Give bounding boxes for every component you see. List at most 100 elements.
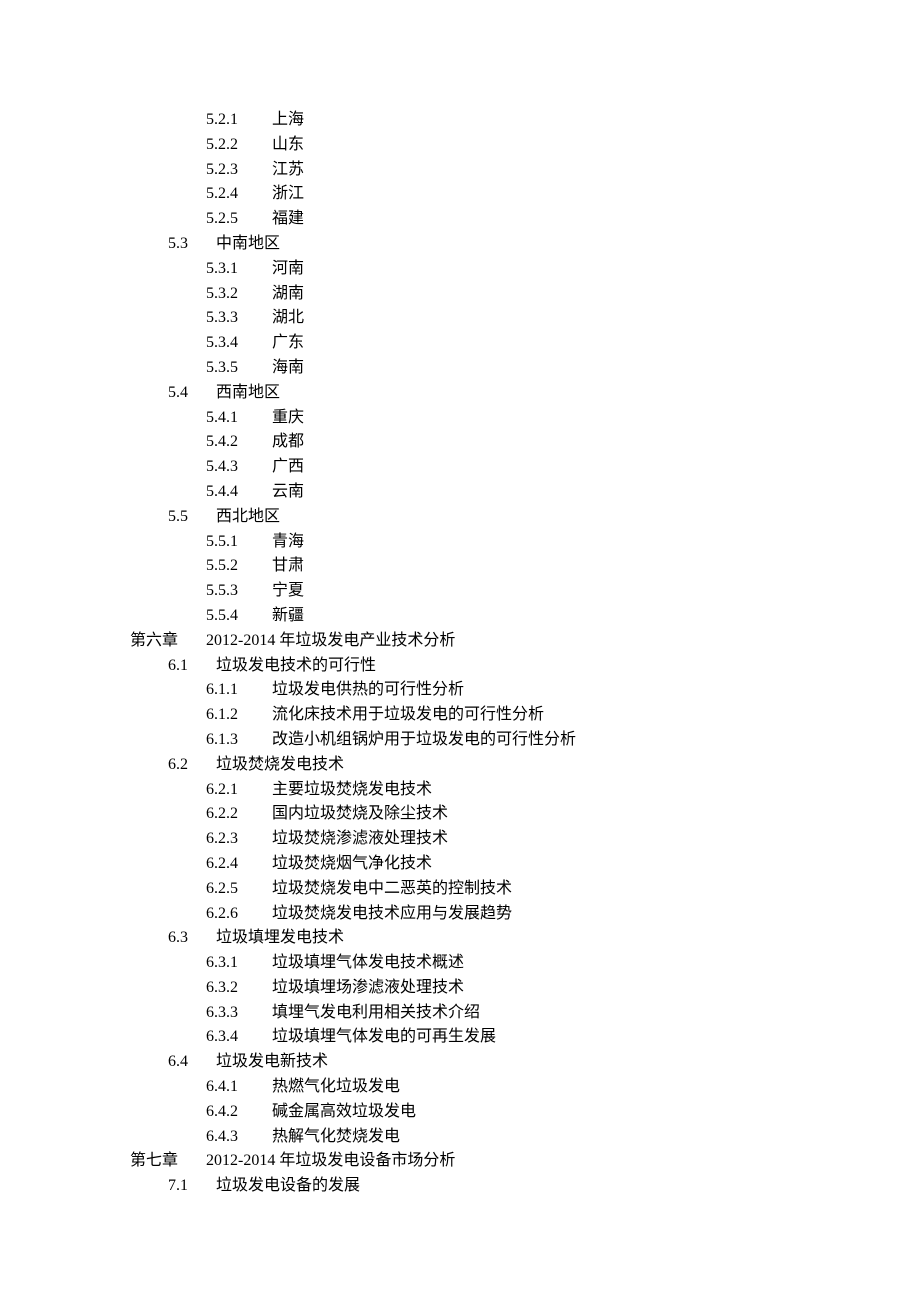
toc-entry-label: 流化床技术用于垃圾发电的可行性分析: [272, 706, 544, 723]
toc-entry-label: 湖南: [272, 285, 304, 302]
toc-entry: 5.3中南地区: [130, 232, 790, 257]
toc-entry: 5.5.1青海: [130, 530, 790, 555]
toc-entry-label: 广东: [272, 334, 304, 351]
toc-entry: 5.2.3江苏: [130, 158, 790, 183]
toc-entry-number: 6.3.3: [206, 1001, 272, 1026]
toc-entry-label: 福建: [272, 210, 304, 227]
toc-entry-label: 江苏: [272, 161, 304, 178]
toc-entry-label: 垃圾发电设备的发展: [216, 1177, 360, 1194]
toc-entry: 5.4.2成都: [130, 430, 790, 455]
toc-entry: 6.3.2垃圾填埋场渗滤液处理技术: [130, 976, 790, 1001]
toc-entry-number: 6.2.1: [206, 778, 272, 803]
toc-entry: 6.2.3垃圾焚烧渗滤液处理技术: [130, 827, 790, 852]
toc-entry-number: 5.5.4: [206, 604, 272, 629]
toc-entry-number: 5.4: [168, 381, 216, 406]
toc-entry-label: 垃圾焚烧烟气净化技术: [272, 855, 432, 872]
toc-entry: 6.1.3改造小机组锅炉用于垃圾发电的可行性分析: [130, 728, 790, 753]
toc-entry-label: 垃圾填埋气体发电技术概述: [272, 954, 464, 971]
toc-entry-label: 海南: [272, 359, 304, 376]
toc-entry-label: 云南: [272, 483, 304, 500]
toc-entry-label: 浙江: [272, 185, 304, 202]
toc-entry-number: 6.2.5: [206, 877, 272, 902]
toc-entry: 6.3垃圾填埋发电技术: [130, 926, 790, 951]
toc-entry-label: 国内垃圾焚烧及除尘技术: [272, 805, 448, 822]
toc-entry: 6.2.2国内垃圾焚烧及除尘技术: [130, 802, 790, 827]
toc-entry-label: 甘肃: [272, 557, 304, 574]
toc-entry: 6.4.1热燃气化垃圾发电: [130, 1075, 790, 1100]
toc-entry: 5.2.1上海: [130, 108, 790, 133]
toc-entry-label: 热解气化焚烧发电: [272, 1128, 400, 1145]
toc-entry: 6.4.2碱金属高效垃圾发电: [130, 1100, 790, 1125]
toc-entry-number: 5.5.1: [206, 530, 272, 555]
toc-entry-label: 青海: [272, 533, 304, 550]
toc-entry-number: 5.5.2: [206, 554, 272, 579]
toc-entry-number: 5.5.3: [206, 579, 272, 604]
toc-entry-number: 5.4.1: [206, 406, 272, 431]
toc-entry-number: 6.3.2: [206, 976, 272, 1001]
toc-entry: 5.4.3广西: [130, 455, 790, 480]
toc-entry-label: 垃圾填埋场渗滤液处理技术: [272, 979, 464, 996]
toc-entry: 6.2.1主要垃圾焚烧发电技术: [130, 778, 790, 803]
toc-entry: 5.2.4浙江: [130, 182, 790, 207]
toc-entry-number: 5.3.1: [206, 257, 272, 282]
toc-entry-number: 5.3.2: [206, 282, 272, 307]
toc-entry-number: 6.3: [168, 926, 216, 951]
toc-entry: 第六章2012-2014 年垃圾发电产业技术分析: [130, 629, 790, 654]
toc-entry-number: 5.2.3: [206, 158, 272, 183]
toc-entry-label: 垃圾填埋气体发电的可再生发展: [272, 1028, 496, 1045]
toc-entry: 6.2垃圾焚烧发电技术: [130, 753, 790, 778]
toc-entry: 6.1.1垃圾发电供热的可行性分析: [130, 678, 790, 703]
toc-entry: 6.3.4垃圾填埋气体发电的可再生发展: [130, 1025, 790, 1050]
toc-entry-number: 第六章: [130, 629, 206, 654]
toc-entry-label: 2012-2014 年垃圾发电设备市场分析: [206, 1152, 455, 1169]
toc-entry-label: 上海: [272, 111, 304, 128]
toc-entry-label: 重庆: [272, 409, 304, 426]
toc-entry-number: 6.2.4: [206, 852, 272, 877]
toc-entry-label: 垃圾发电供热的可行性分析: [272, 681, 464, 698]
toc-entry-number: 5.3.5: [206, 356, 272, 381]
toc-entry-number: 5.2.5: [206, 207, 272, 232]
toc-entry: 5.5.4新疆: [130, 604, 790, 629]
toc-entry: 5.5.2甘肃: [130, 554, 790, 579]
toc-entry: 6.4垃圾发电新技术: [130, 1050, 790, 1075]
toc-entry-number: 6.2.3: [206, 827, 272, 852]
toc-entry-label: 垃圾焚烧发电技术: [216, 756, 344, 773]
toc-entry: 第七章2012-2014 年垃圾发电设备市场分析: [130, 1149, 790, 1174]
toc-entry: 6.2.5垃圾焚烧发电中二恶英的控制技术: [130, 877, 790, 902]
toc-entry-label: 河南: [272, 260, 304, 277]
toc-entry-number: 6.1.1: [206, 678, 272, 703]
toc-entry: 6.3.1垃圾填埋气体发电技术概述: [130, 951, 790, 976]
toc-entry-label: 山东: [272, 136, 304, 153]
toc-entry-number: 6.2.6: [206, 902, 272, 927]
toc-entry: 7.1垃圾发电设备的发展: [130, 1174, 790, 1199]
toc-entry-label: 垃圾发电新技术: [216, 1053, 328, 1070]
document-page: 5.2.1上海5.2.2山东5.2.3江苏5.2.4浙江5.2.5福建5.3中南…: [0, 0, 920, 1302]
toc-entry-label: 成都: [272, 433, 304, 450]
toc-entry: 5.2.5福建: [130, 207, 790, 232]
toc-entry-label: 西北地区: [216, 508, 280, 525]
toc-entry: 5.5西北地区: [130, 505, 790, 530]
toc-entry-label: 广西: [272, 458, 304, 475]
toc-entry-number: 6.1.2: [206, 703, 272, 728]
toc-entry: 5.4西南地区: [130, 381, 790, 406]
toc-entry-number: 5.5: [168, 505, 216, 530]
toc-entry-number: 6.2.2: [206, 802, 272, 827]
toc-entry-label: 宁夏: [272, 582, 304, 599]
toc-entry-number: 6.1: [168, 654, 216, 679]
toc-entry: 5.3.2湖南: [130, 282, 790, 307]
toc-entry-number: 5.3: [168, 232, 216, 257]
toc-entry-label: 垃圾填埋发电技术: [216, 929, 344, 946]
toc-entry-label: 中南地区: [216, 235, 280, 252]
toc-entry: 5.3.4广东: [130, 331, 790, 356]
toc-entry-label: 填埋气发电利用相关技术介绍: [272, 1004, 480, 1021]
toc-entry: 6.4.3热解气化焚烧发电: [130, 1125, 790, 1150]
toc-entry-number: 5.3.4: [206, 331, 272, 356]
toc-entry: 5.4.1重庆: [130, 406, 790, 431]
toc-entry-label: 垃圾焚烧发电技术应用与发展趋势: [272, 905, 512, 922]
toc-entry-number: 6.4: [168, 1050, 216, 1075]
toc-entry-label: 改造小机组锅炉用于垃圾发电的可行性分析: [272, 731, 576, 748]
toc-entry-number: 6.3.4: [206, 1025, 272, 1050]
toc-entry: 6.1垃圾发电技术的可行性: [130, 654, 790, 679]
toc-entry: 5.4.4云南: [130, 480, 790, 505]
toc-entry: 5.3.1河南: [130, 257, 790, 282]
